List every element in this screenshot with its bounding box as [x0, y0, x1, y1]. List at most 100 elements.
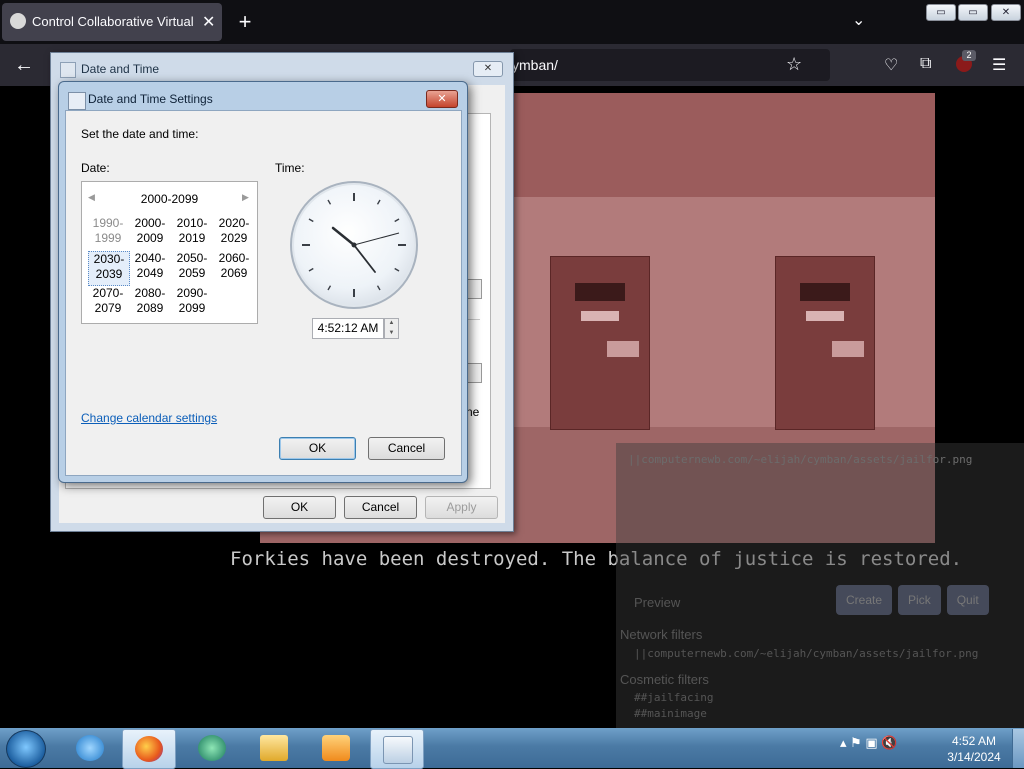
- taskbar-app[interactable]: [186, 729, 238, 767]
- bookmark-star-icon[interactable]: ☆: [786, 54, 802, 75]
- new-tab-button[interactable]: +: [232, 8, 258, 36]
- taskbar-explorer[interactable]: [248, 729, 300, 767]
- decade-end: 2029: [220, 231, 248, 245]
- show-desktop-button[interactable]: [1012, 729, 1024, 768]
- clock-date: 3/14/2024: [947, 750, 1001, 764]
- network-filter-item: ||computernewb.com/~elijah/cymban/assets…: [634, 647, 979, 660]
- taskbar-clock[interactable]: 4:52 AM 3/14/2024: [946, 733, 1002, 765]
- list-all-tabs-icon[interactable]: ⌄: [852, 10, 865, 30]
- restore-window-button[interactable]: ▭: [958, 4, 988, 21]
- door-plate: [581, 311, 619, 321]
- network-filters-heading: Network filters: [620, 627, 703, 642]
- spin-down-icon[interactable]: ▼: [385, 329, 398, 338]
- ok-button[interactable]: OK: [279, 437, 356, 460]
- hour-hand: [331, 226, 356, 247]
- door-slot: [832, 341, 864, 357]
- picker-buttons: Create Pick Quit: [836, 585, 995, 615]
- decade-start: 2040-: [134, 251, 166, 265]
- close-button[interactable]: ✕: [426, 90, 458, 108]
- clock-tick: [376, 285, 381, 291]
- taskbar-internet-explorer[interactable]: [64, 729, 116, 767]
- internet-explorer-icon: [76, 735, 104, 761]
- tab-favicon-icon: [10, 13, 26, 29]
- extensions-icon[interactable]: ⧉: [920, 55, 931, 73]
- taskbar-media-player[interactable]: [310, 729, 362, 767]
- spin-up-icon[interactable]: ▲: [385, 319, 398, 328]
- time-spinner[interactable]: ▲ ▼: [384, 318, 399, 339]
- taskbar-date-time[interactable]: [370, 729, 424, 769]
- close-button[interactable]: ✕: [473, 61, 503, 77]
- change-calendar-settings-link[interactable]: Change calendar settings: [81, 411, 217, 425]
- decade-start: 2060-: [218, 251, 250, 265]
- decade-end: 2009: [136, 231, 164, 245]
- decade-cell[interactable]: 2040- 2049: [130, 251, 170, 284]
- decade-cell[interactable]: 2060- 2069: [214, 251, 254, 284]
- decade-start: 2030-: [93, 252, 125, 266]
- minute-hand: [353, 244, 376, 273]
- clock-tick: [308, 218, 314, 223]
- back-arrow-icon[interactable]: ←: [14, 54, 34, 77]
- calendar-header[interactable]: 2000-2099: [82, 192, 257, 206]
- taskbar-firefox[interactable]: [122, 729, 176, 769]
- firefox-icon: [135, 736, 163, 762]
- clock-tick: [308, 267, 314, 272]
- cosmetic-filter-item: ##jailfacing: [634, 691, 714, 704]
- door-bars: [575, 283, 625, 301]
- settings-dialog-icon: [68, 92, 86, 110]
- decade-cell[interactable]: 1990- 1999: [88, 216, 128, 249]
- clock-time: 4:52 AM: [951, 734, 997, 748]
- cosmetic-filter-item: ##mainimage: [634, 707, 707, 720]
- address-bar[interactable]: ymban/: [510, 49, 830, 81]
- create-button[interactable]: Create: [836, 585, 893, 615]
- decade-cell[interactable]: 2010- 2019: [172, 216, 212, 249]
- decade-start: 2090-: [176, 286, 208, 300]
- pick-button[interactable]: Pick: [898, 585, 941, 615]
- menu-hamburger-icon[interactable]: ☰: [992, 55, 1006, 75]
- decade-cell[interactable]: 2070- 2079: [88, 286, 128, 319]
- quit-button[interactable]: Quit: [946, 585, 989, 615]
- decade-cell[interactable]: 2080- 2089: [130, 286, 170, 319]
- cancel-button[interactable]: Cancel: [368, 437, 445, 460]
- preview-button[interactable]: Preview: [634, 595, 680, 610]
- decade-start: 1990-: [92, 216, 124, 230]
- decade-cell[interactable]: 2020- 2029: [214, 216, 254, 249]
- window-title: Date and Time: [81, 62, 160, 76]
- tab-close-icon[interactable]: ✕: [202, 12, 215, 32]
- ok-button[interactable]: OK: [263, 496, 336, 519]
- minimize-window-button[interactable]: ▭: [926, 4, 956, 21]
- date-label: Date:: [81, 161, 110, 175]
- app-icon: [198, 735, 226, 761]
- cancel-button[interactable]: Cancel: [344, 496, 417, 519]
- decade-start: 2000-: [134, 216, 166, 230]
- tab-title: Control Collaborative Virtual M: [32, 14, 196, 29]
- clock-tick: [327, 285, 332, 291]
- instruction-text: Set the date and time:: [81, 127, 199, 141]
- clock-tick: [394, 267, 400, 272]
- close-window-button[interactable]: ✕: [991, 4, 1021, 21]
- decade-cell[interactable]: 2030- 2039: [88, 251, 130, 286]
- cell-door-right: [775, 256, 875, 430]
- address-text: ymban/: [512, 57, 558, 73]
- decade-start: 2080-: [134, 286, 166, 300]
- decade-cell[interactable]: 2050- 2059: [172, 251, 212, 284]
- calendar-clock-icon: [383, 736, 413, 764]
- browser-tab[interactable]: Control Collaborative Virtual M ✕: [2, 3, 222, 41]
- start-button[interactable]: [6, 730, 46, 768]
- notification-tray[interactable]: ▴ ⚑ ▣ 🔇: [840, 735, 897, 751]
- decade-end: 2069: [220, 266, 248, 280]
- door-slot: [607, 341, 639, 357]
- dialog-title: Date and Time Settings: [88, 92, 213, 106]
- decade-end: 2039: [95, 267, 123, 281]
- door-bars: [800, 283, 850, 301]
- next-century-icon[interactable]: ▶: [242, 192, 249, 203]
- clock-face-icon: [302, 193, 406, 297]
- decade-start: 2050-: [176, 251, 208, 265]
- pocket-icon[interactable]: ♡: [884, 55, 898, 75]
- decade-cell[interactable]: 2090- 2099: [172, 286, 212, 319]
- time-label: Time:: [275, 161, 305, 175]
- clock-tick: [376, 199, 381, 205]
- decade-start: 2070-: [92, 286, 124, 300]
- decade-cell[interactable]: 2000- 2009: [130, 216, 170, 249]
- time-input[interactable]: 4:52:12 AM: [312, 318, 384, 339]
- apply-button: Apply: [425, 496, 498, 519]
